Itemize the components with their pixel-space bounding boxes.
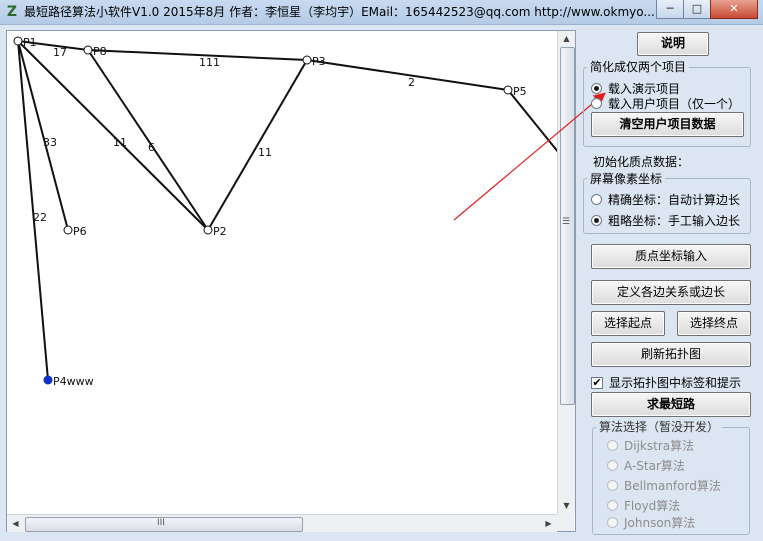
vertical-grip-icon: ☰: [562, 217, 571, 227]
graph-edge: [87, 49, 209, 231]
node-label: P2: [213, 225, 227, 238]
algorithm-option[interactable]: Floyd算法: [607, 497, 680, 514]
show-labels-checkbox[interactable]: ✔ 显示拓扑图中标签和提示: [591, 374, 741, 391]
radio-user-indicator[interactable]: [591, 98, 602, 109]
graph-node[interactable]: [503, 85, 513, 95]
select-end-button[interactable]: 选择终点: [677, 311, 751, 336]
scroll-left-arrow-icon[interactable]: ◀: [8, 516, 23, 531]
window-title: 最短路径算法小软件V1.0 2015年8月 作者：李恒星（李均宇）EMail：1…: [24, 5, 655, 19]
radio-demo-indicator[interactable]: [591, 83, 602, 94]
scroll-up-arrow-icon[interactable]: ▲: [559, 31, 574, 46]
topology-graph[interactable]: 17 111 2 33 11 6 11 22 P1 P8 P3 P5 P6 P2 P4www: [7, 31, 557, 514]
algorithm-group-legend: 算法选择（暂没开发）: [596, 420, 723, 434]
init-data-label: 初始化质点数据：: [593, 155, 690, 169]
edge-weight-label: 111: [199, 56, 220, 69]
algorithm-option[interactable]: Dijkstra算法: [607, 437, 694, 454]
maximize-button[interactable]: □: [683, 0, 711, 19]
edge-weight-label: 33: [43, 136, 57, 149]
algorithm-option[interactable]: Johnson算法: [607, 514, 695, 531]
graph-node[interactable]: [203, 225, 213, 235]
radio-precise-coords[interactable]: 精确坐标：自动计算边长: [591, 191, 740, 208]
vertical-scrollbar[interactable]: ▲ ☰ ▼: [557, 31, 575, 514]
algorithm-option-indicator[interactable]: [607, 440, 618, 451]
algorithm-option-indicator[interactable]: [607, 480, 618, 491]
graph-edge: [207, 59, 308, 231]
define-edges-button[interactable]: 定义各边关系或边长: [591, 280, 751, 305]
algorithm-option-indicator[interactable]: [607, 517, 618, 528]
node-label: P8: [93, 45, 107, 58]
show-labels-checkbox-label: 显示拓扑图中标签和提示: [609, 376, 742, 390]
coord-group-legend: 屏幕像素坐标: [587, 172, 666, 186]
help-button[interactable]: 说明: [637, 32, 709, 56]
node-label: P6: [73, 225, 87, 238]
title-bar: Z 最短路径算法小软件V1.0 2015年8月 作者：李恒星（李均宇）EMail…: [0, 0, 763, 25]
scroll-right-arrow-icon[interactable]: ▶: [541, 516, 556, 531]
radio-rough-coords[interactable]: 粗略坐标：手工输入边长: [591, 212, 740, 229]
algorithm-option[interactable]: A-Star算法: [607, 457, 685, 474]
minimize-button[interactable]: ─: [656, 0, 684, 19]
node-coord-input-button[interactable]: 质点坐标输入: [591, 244, 751, 269]
horizontal-scrollbar[interactable]: ◀ III ▶: [7, 514, 557, 532]
edge-weight-label: 6: [148, 141, 155, 154]
node-label: P4www: [53, 375, 94, 388]
radio-rough-indicator[interactable]: [591, 215, 602, 226]
algorithm-option-label: Johnson算法: [624, 516, 696, 530]
radio-precise-indicator[interactable]: [591, 194, 602, 205]
graph-node[interactable]: [83, 45, 93, 55]
algorithm-option-label: A-Star算法: [624, 459, 685, 473]
edge-weight-label: 11: [258, 146, 272, 159]
app-icon: Z: [6, 4, 18, 20]
edge-weight-label: 11: [113, 136, 127, 149]
graph-node[interactable]: [302, 55, 312, 65]
graph-node[interactable]: [63, 225, 73, 235]
solve-shortest-path-button[interactable]: 求最短路: [591, 392, 751, 417]
edge-weight-label: 2: [408, 76, 415, 89]
close-button[interactable]: ✕: [710, 0, 758, 19]
graph-edge: [87, 49, 308, 61]
graph-edge: [507, 89, 557, 153]
algorithm-option-label: Bellmanford算法: [624, 479, 721, 493]
topology-canvas[interactable]: 17 111 2 33 11 6 11 22 P1 P8 P3 P5 P6 P2 P4www: [7, 31, 557, 514]
refresh-topology-button[interactable]: 刷新拓扑图: [591, 342, 751, 367]
radio-load-user[interactable]: 载入用户项目（仅一个）: [591, 95, 740, 112]
node-label: P5: [513, 85, 527, 98]
radio-precise-label: 精确坐标：自动计算边长: [608, 193, 741, 207]
algorithm-option-label: Floyd算法: [624, 499, 681, 513]
radio-user-label: 载入用户项目（仅一个）: [608, 97, 741, 111]
topology-canvas-frame: 17 111 2 33 11 6 11 22 P1 P8 P3 P5 P6 P2 P4www ▲ ☰ ▼ ◀…: [6, 30, 576, 532]
edge-weight-label: 17: [53, 46, 67, 59]
select-start-button[interactable]: 选择起点: [591, 311, 665, 336]
graph-node[interactable]: [13, 36, 23, 46]
radio-rough-label: 粗略坐标：手工输入边长: [608, 214, 741, 228]
scroll-down-arrow-icon[interactable]: ▼: [559, 498, 574, 513]
node-label: P3: [312, 55, 326, 68]
algorithm-option-indicator[interactable]: [607, 500, 618, 511]
algorithm-option-indicator[interactable]: [607, 460, 618, 471]
scroll-corner: [557, 514, 574, 531]
graph-node[interactable]: [43, 375, 53, 385]
algorithm-option-label: Dijkstra算法: [624, 439, 695, 453]
horizontal-grip-icon: III: [157, 518, 165, 528]
show-labels-checkbox-box[interactable]: ✔: [591, 376, 603, 389]
project-group-legend: 简化成仅两个项目: [587, 60, 690, 74]
algorithm-option[interactable]: Bellmanford算法: [607, 477, 721, 494]
edge-weight-label: 22: [33, 211, 47, 224]
clear-user-project-button[interactable]: 清空用户项目数据: [591, 112, 744, 137]
node-label: P1: [23, 36, 37, 49]
